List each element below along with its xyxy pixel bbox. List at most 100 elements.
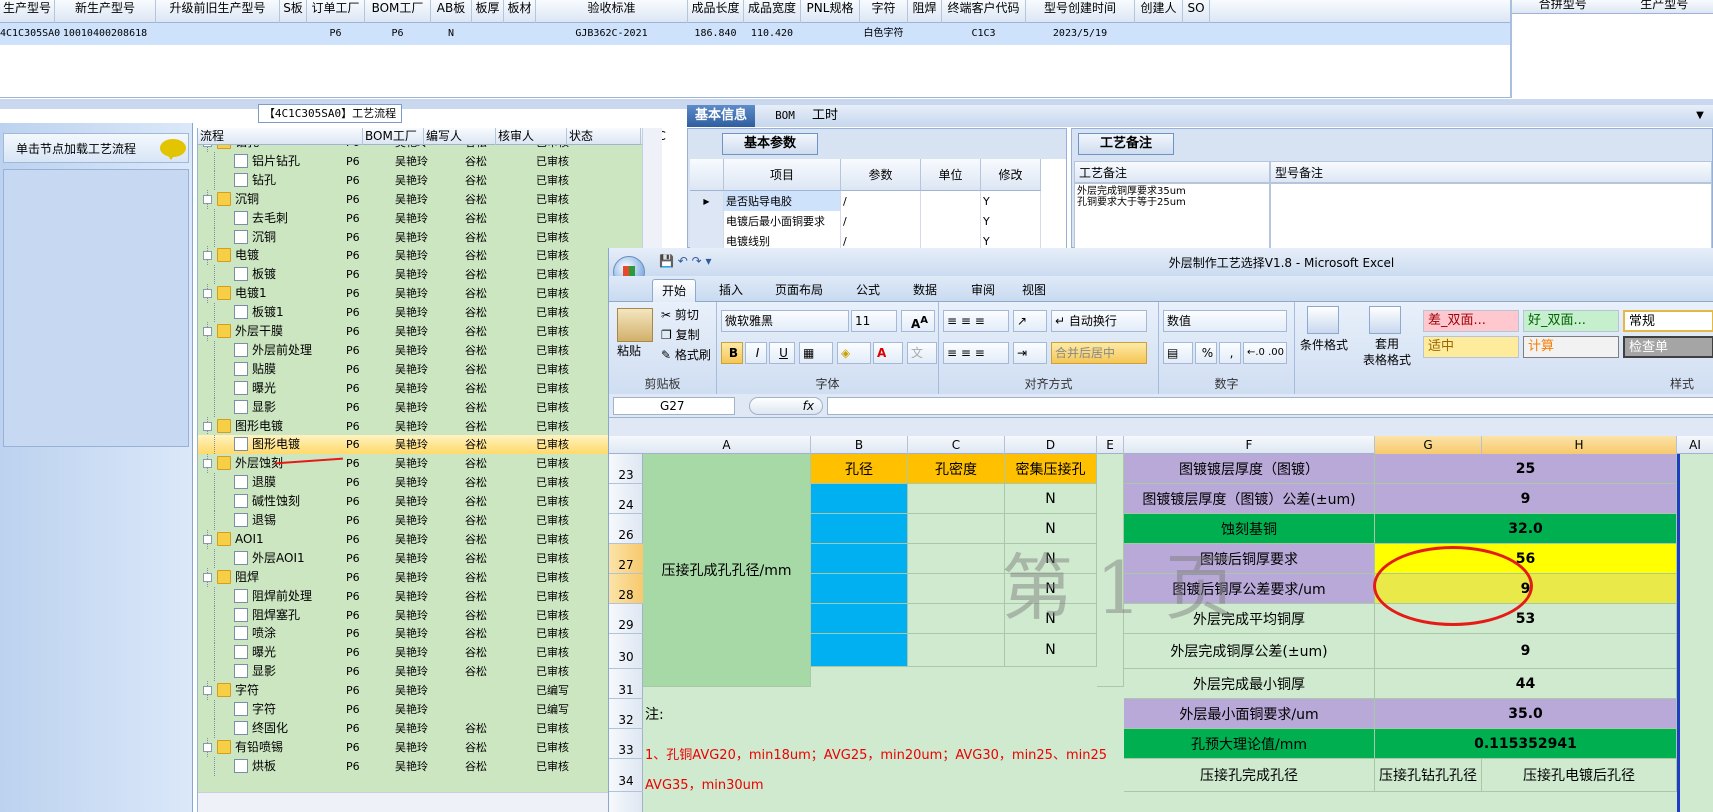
params-cell[interactable]: / [841, 211, 921, 233]
model-grid-cell[interactable]: N [431, 23, 472, 45]
number-format-select[interactable]: 数值 [1163, 310, 1287, 332]
cell-a-merged[interactable]: 压接孔成孔孔径/mm [643, 454, 811, 687]
tree-row[interactable]: 沉铜 P6 吴艳玲 谷松 已审核 [198, 227, 662, 247]
note-line-2[interactable]: AVG35，min30um [645, 774, 1123, 793]
tree-col-header[interactable]: 编写人 [424, 128, 496, 145]
process-remark-text[interactable]: 外层完成铜厚要求35um 孔铜要求大于等于25um [1074, 183, 1270, 249]
merge-center-button[interactable]: 合并后居中 [1051, 342, 1147, 364]
model-grid-cell[interactable] [280, 23, 307, 45]
model-grid-cell[interactable] [472, 23, 504, 45]
cell-f[interactable]: 外层完成铜厚公差(±um) [1124, 634, 1375, 669]
function-icon[interactable]: fx [749, 397, 823, 415]
model-grid-col-header[interactable]: 字符 [860, 0, 908, 23]
params-cell[interactable] [921, 231, 981, 249]
model-grid-cell[interactable]: C1C3 [942, 23, 1026, 45]
tree-col-header[interactable]: 流程 [198, 128, 363, 145]
row-header[interactable]: 29 [609, 604, 643, 634]
params-cell[interactable]: 电镀线别 [724, 231, 841, 249]
model-grid-col-header[interactable]: 阻焊 [908, 0, 942, 23]
ribbon-tab[interactable]: 开始 [652, 279, 696, 302]
params-row-selector[interactable]: ▶ [690, 191, 724, 213]
font-name-select[interactable]: 微软雅黑 [721, 310, 849, 332]
tree-col-header[interactable]: 状态 [567, 128, 641, 145]
tree-row[interactable]: 外层蚀刻 P6 吴艳玲 谷松 已审核 [198, 454, 662, 474]
cell-b[interactable] [811, 634, 908, 667]
quick-access-icons[interactable]: 💾 ↶ ↷ ▾ [659, 254, 712, 268]
orientation-icon[interactable]: ↗ [1013, 310, 1047, 332]
expand-toggle-icon[interactable] [203, 289, 212, 299]
model-grid-col-header[interactable]: 订单工厂 [307, 0, 365, 23]
indent-icons[interactable]: ⇥ [1013, 342, 1047, 364]
model-grid-col-header[interactable]: 成品长度 [688, 0, 744, 23]
column-header[interactable]: C [908, 436, 1005, 454]
production-model-col[interactable]: 生产型号 [1614, 0, 1713, 13]
cell-gh-merged[interactable]: 9 [1375, 634, 1677, 669]
model-grid-col-header[interactable]: 升级前旧生产型号 [156, 0, 280, 23]
column-header[interactable]: H [1482, 436, 1677, 454]
column-header[interactable]: G [1375, 436, 1482, 454]
conditional-format-icon[interactable] [1307, 306, 1339, 334]
model-grid-col-header[interactable]: PNL规格 [801, 0, 860, 23]
tree-row[interactable]: 钻孔 P6 吴艳玲 谷松 已审核 [198, 170, 662, 190]
tree-row[interactable]: 喷涂 P6 吴艳玲 谷松 已审核 [198, 624, 662, 644]
column-header[interactable]: A [643, 436, 811, 454]
expand-toggle-icon[interactable] [203, 534, 212, 544]
cell-c[interactable] [908, 484, 1005, 514]
cell-f[interactable]: 图镀镀层厚度（图镀）公差(±um) [1124, 484, 1375, 514]
params-row-selector[interactable] [690, 211, 724, 233]
row-header[interactable]: 28 [609, 574, 643, 604]
model-grid-col-header[interactable]: 新生产型号 [55, 0, 156, 23]
model-grid-col-header[interactable]: 创建人 [1135, 0, 1183, 23]
tree-row[interactable]: 字符 P6 吴艳玲 已编写 [198, 681, 662, 701]
formula-input[interactable] [827, 397, 1713, 415]
paste-icon[interactable] [617, 308, 653, 342]
cell-c[interactable] [908, 604, 1005, 634]
column-header[interactable]: AI [1677, 436, 1713, 454]
tree-col-header[interactable]: BOM工厂 [363, 128, 424, 145]
expand-toggle-icon[interactable] [203, 459, 212, 469]
percent-button[interactable]: % [1195, 342, 1217, 364]
model-grid-cell[interactable]: P6 [307, 23, 365, 45]
tree-row[interactable]: 板镀1 P6 吴艳玲 谷松 已审核 [198, 303, 662, 323]
cell-f[interactable]: 压接孔完成孔径 [1124, 759, 1375, 792]
model-grid-col-header[interactable]: 成品宽度 [744, 0, 801, 23]
model-grid-cell[interactable] [1135, 23, 1183, 45]
expand-toggle-icon[interactable] [203, 742, 212, 752]
fill-color-icon[interactable]: ◈ [837, 342, 871, 364]
tab-bom[interactable]: BOM [765, 105, 805, 127]
tree-row[interactable]: 贴膜 P6 吴艳玲 谷松 已审核 [198, 359, 662, 379]
tree-row[interactable]: 电镀 P6 吴艳玲 谷松 已审核 [198, 246, 662, 266]
tree-row[interactable]: 终固化 P6 吴艳玲 谷松 已审核 [198, 718, 662, 738]
params-cell[interactable]: / [841, 231, 921, 249]
model-grid-col-header[interactable]: SO [1183, 0, 1210, 23]
cell-gh-merged[interactable]: 9 [1375, 484, 1677, 514]
cell-f[interactable]: 孔预大理论值/mm [1124, 729, 1375, 759]
tree-row[interactable]: 铝片钻孔 P6 吴艳玲 谷松 已审核 [198, 151, 662, 171]
tree-row[interactable]: 有铅喷锡 P6 吴艳玲 谷松 已审核 [198, 737, 662, 757]
font-color-icon[interactable]: A [873, 342, 903, 364]
expand-toggle-icon[interactable] [203, 421, 212, 431]
params-cell[interactable]: 电镀后最小面铜要求 [724, 211, 841, 233]
ribbon-tab[interactable]: 公式 [845, 279, 891, 302]
phonetic-icon[interactable]: 文 [907, 342, 937, 364]
params-col-modify[interactable]: 修改 [981, 159, 1041, 191]
horizontal-align-icons[interactable]: ≡ ≡ ≡ [943, 342, 1009, 364]
copy-button[interactable]: ❐ 复制 [661, 326, 700, 343]
style-check[interactable]: 检查单 [1623, 336, 1713, 358]
tree-row[interactable]: 阻焊 P6 吴艳玲 谷松 已审核 [198, 567, 662, 587]
cell-f[interactable]: 外层最小面铜要求/um [1124, 699, 1375, 729]
tree-row[interactable]: 退锡 P6 吴艳玲 谷松 已审核 [198, 511, 662, 530]
style-normal[interactable]: 常规 [1623, 310, 1713, 332]
expand-toggle-icon[interactable] [203, 194, 212, 204]
table-format-icon[interactable] [1369, 306, 1401, 334]
cell-gh-merged[interactable]: 0.115352941 [1375, 729, 1677, 759]
style-good[interactable]: 好_双面... [1523, 310, 1619, 332]
cell-b[interactable] [811, 514, 908, 544]
tree-row[interactable]: 阻焊塞孔 P6 吴艳玲 谷松 已审核 [198, 605, 662, 625]
ribbon-tab[interactable]: 数据 [902, 279, 948, 302]
row-header[interactable]: 27 [609, 544, 643, 574]
cell-d[interactable]: N [1005, 484, 1097, 514]
model-grid-cell[interactable] [156, 23, 280, 45]
cell-c[interactable] [908, 574, 1005, 604]
wrap-text-button[interactable]: ↵ 自动换行 [1051, 310, 1147, 332]
